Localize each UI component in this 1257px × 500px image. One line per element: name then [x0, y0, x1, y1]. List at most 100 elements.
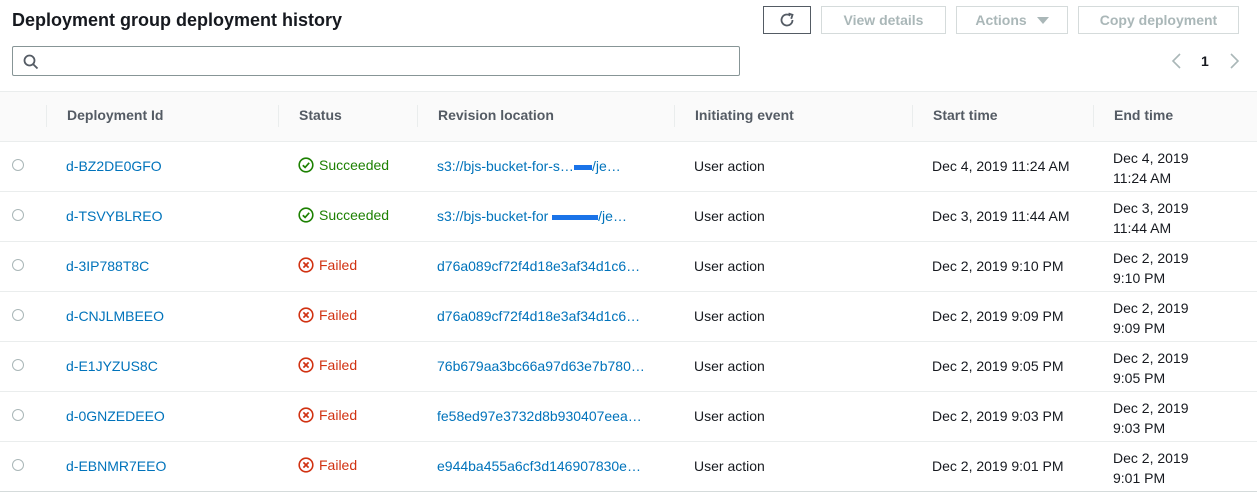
column-header-deployment-id[interactable]: Deployment Id [67, 107, 163, 123]
revision-location-link[interactable]: fe58ed97e3732d8b930407eea… [437, 408, 657, 424]
check-circle-icon [298, 207, 314, 223]
status-label: Failed [319, 357, 358, 373]
deployment-id-link[interactable]: d-3IP788T8C [66, 258, 149, 274]
table-row[interactable]: d-EBNMR7EEO Failed e944ba455a6cf3d14690783… [0, 442, 1257, 492]
revision-location-link[interactable]: d76a089cf72f4d18e3af34d1c6… [437, 258, 657, 274]
row-radio-button[interactable] [12, 159, 24, 171]
column-header-end-time[interactable]: End time [1114, 107, 1173, 123]
revision-suffix: /je… [598, 208, 627, 224]
column-divider [674, 105, 675, 127]
column-divider [46, 105, 47, 127]
revision-location-link[interactable]: s3://bjs-bucket-for /je… [437, 208, 657, 224]
end-time: Dec 2, 2019 9:10 PM [1113, 248, 1233, 288]
check-circle-icon [298, 157, 314, 173]
status-label: Failed [319, 407, 358, 423]
column-divider [1093, 105, 1094, 127]
actions-dropdown-button[interactable]: Actions [956, 6, 1068, 34]
revision-location-link[interactable]: s3://bjs-bucket-for-s… /je… [437, 158, 657, 174]
refresh-icon [780, 12, 794, 27]
x-circle-icon [298, 357, 314, 373]
table-row[interactable]: d-BZ2DE0GFO Succeeded s3://bjs-bucket-for-… [0, 142, 1257, 192]
row-radio-button[interactable] [12, 209, 24, 221]
initiating-event: User action [694, 408, 765, 424]
redaction-mark [573, 164, 592, 170]
column-divider [278, 105, 279, 127]
revision-text: s3://bjs-bucket-for-s… [437, 158, 574, 174]
initiating-event: User action [694, 308, 765, 324]
deployment-id-link[interactable]: d-EBNMR7EEO [66, 458, 166, 474]
deployment-id-link[interactable]: d-BZ2DE0GFO [66, 158, 162, 174]
deployment-id-link[interactable]: d-0GNZEDEEO [66, 408, 165, 424]
page-title: Deployment group deployment history [12, 10, 343, 30]
table-row[interactable]: d-CNJLMBEEO Failed d76a089cf72f4d18e3af34d… [0, 292, 1257, 342]
end-clock: 9:03 PM [1113, 420, 1166, 436]
row-radio-button[interactable] [12, 409, 24, 421]
table-row[interactable]: d-3IP788T8C Failed d76a089cf72f4d18e3af34d… [0, 242, 1257, 292]
end-clock: 9:05 PM [1113, 370, 1166, 386]
end-time: Dec 2, 2019 9:03 PM [1113, 398, 1233, 438]
column-header-start-time[interactable]: Start time [933, 107, 998, 123]
page-number[interactable]: 1 [1201, 53, 1209, 69]
refresh-button[interactable] [763, 6, 811, 34]
column-header-status[interactable]: Status [299, 107, 342, 123]
start-time: Dec 2, 2019 9:01 PM [932, 458, 1064, 474]
status-label: Failed [319, 257, 358, 273]
end-time: Dec 2, 2019 9:01 PM [1113, 448, 1233, 488]
chevron-left-icon[interactable] [1170, 52, 1184, 70]
view-details-button[interactable]: View details [821, 6, 946, 34]
end-clock: 9:09 PM [1113, 320, 1166, 336]
column-header-initiating-event[interactable]: Initiating event [695, 107, 794, 123]
revision-location-link[interactable]: e944ba455a6cf3d146907830e… [437, 458, 657, 474]
status-indicator: Succeeded [298, 157, 389, 173]
table-row[interactable]: d-E1JYZUS8C Failed 76b679aa3bc66a97d63e7b7… [0, 342, 1257, 392]
x-circle-icon [298, 407, 314, 423]
deployments-table: Deployment Id Status Revision location I… [0, 91, 1257, 492]
copy-deployment-button[interactable]: Copy deployment [1078, 6, 1239, 34]
end-time: Dec 2, 2019 9:05 PM [1113, 348, 1233, 388]
status-indicator: Failed [298, 407, 357, 423]
search-field[interactable] [12, 46, 740, 76]
revision-text: d76a089cf72f4d18e3af34d1c6… [437, 308, 641, 324]
end-date: Dec 2, 2019 [1113, 350, 1189, 366]
pagination: 1 [1165, 52, 1245, 72]
column-header-revision-location[interactable]: Revision location [438, 107, 554, 123]
row-radio-button[interactable] [12, 459, 24, 471]
start-time: Dec 3, 2019 11:44 AM [932, 208, 1070, 224]
end-clock: 9:01 PM [1113, 470, 1166, 486]
initiating-event: User action [694, 258, 765, 274]
search-icon [23, 54, 39, 70]
revision-suffix: /je… [591, 158, 621, 174]
end-date: Dec 3, 2019 [1113, 200, 1189, 216]
revision-text: 76b679aa3bc66a97d63e7b780… [437, 358, 645, 374]
table-row[interactable]: d-TSVYBLREO Succeeded s3://bjs-bucket-for … [0, 192, 1257, 242]
row-radio-button[interactable] [12, 259, 24, 271]
status-label: Succeeded [319, 157, 390, 173]
end-date: Dec 2, 2019 [1113, 300, 1189, 316]
end-date: Dec 2, 2019 [1113, 400, 1189, 416]
revision-text: d76a089cf72f4d18e3af34d1c6… [437, 258, 641, 274]
end-time: Dec 4, 2019 11:24 AM [1113, 148, 1233, 188]
start-time: Dec 2, 2019 9:10 PM [932, 258, 1064, 274]
end-date: Dec 4, 2019 [1113, 150, 1189, 166]
x-circle-icon [298, 257, 314, 273]
row-radio-button[interactable] [12, 359, 24, 371]
status-label: Failed [319, 307, 358, 323]
status-label: Succeeded [319, 207, 390, 223]
start-time: Dec 2, 2019 9:05 PM [932, 358, 1064, 374]
status-indicator: Failed [298, 357, 357, 373]
table-row[interactable]: d-0GNZEDEEO Failed fe58ed97e3732d8b930407e… [0, 392, 1257, 442]
column-divider [912, 105, 913, 127]
deployment-id-link[interactable]: d-E1JYZUS8C [66, 358, 158, 374]
status-indicator: Failed [298, 307, 357, 323]
revision-text: s3://bjs-bucket-for [437, 208, 553, 224]
column-divider [417, 105, 418, 127]
x-circle-icon [298, 457, 314, 473]
end-date: Dec 2, 2019 [1113, 250, 1189, 266]
start-time: Dec 4, 2019 11:24 AM [932, 158, 1070, 174]
row-radio-button[interactable] [12, 309, 24, 321]
deployment-id-link[interactable]: d-TSVYBLREO [66, 208, 162, 224]
revision-location-link[interactable]: d76a089cf72f4d18e3af34d1c6… [437, 308, 657, 324]
revision-location-link[interactable]: 76b679aa3bc66a97d63e7b780… [437, 358, 657, 374]
deployment-id-link[interactable]: d-CNJLMBEEO [66, 308, 164, 324]
chevron-right-icon[interactable] [1227, 52, 1241, 70]
